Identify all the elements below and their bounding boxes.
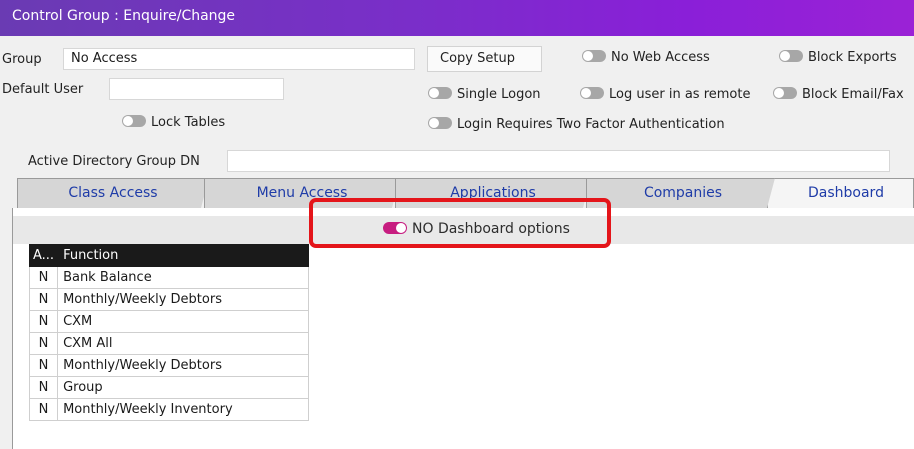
log-user-remote-switch[interactable] [580,87,604,99]
column-header-access[interactable]: A... [28,244,59,267]
access-cell[interactable]: N [28,398,59,421]
function-cell[interactable]: Monthly/Weekly Debtors [57,288,309,311]
block-exports-label: Block Exports [808,50,897,65]
access-cell[interactable]: N [28,332,59,355]
access-cell[interactable]: N [28,376,59,399]
window-titlebar: Control Group : Enquire/Change [0,0,914,36]
tab-companies[interactable]: Companies [586,178,780,208]
ad-group-field[interactable] [227,150,890,172]
block-email-fax-label: Block Email/Fax [802,87,904,102]
access-cell[interactable]: N [28,288,59,311]
group-field[interactable]: No Access [63,48,415,70]
tab-dashboard-label: Dashboard [808,185,884,201]
block-email-fax-switch[interactable] [773,87,797,99]
tab-companies-label: Companies [643,185,723,201]
no-web-access-toggle[interactable]: No Web Access [582,50,710,65]
no-web-access-switch[interactable] [582,50,606,62]
table-row[interactable]: N Monthly/Weekly Inventory [28,398,309,421]
group-label: Group [2,52,42,67]
table-row[interactable]: N Monthly/Weekly Debtors [28,354,309,377]
table-row[interactable]: N CXM [28,310,309,333]
no-web-access-label: No Web Access [611,50,710,65]
ad-group-label: Active Directory Group DN [28,154,200,169]
tab-dashboard[interactable]: Dashboard [767,178,914,208]
table-row[interactable]: N Bank Balance [28,266,309,289]
access-cell[interactable]: N [28,354,59,377]
group-field-value: No Access [71,51,138,66]
single-logon-label: Single Logon [457,87,541,102]
block-exports-switch[interactable] [779,50,803,62]
function-cell[interactable]: Bank Balance [57,266,309,289]
copy-setup-button[interactable]: Copy Setup [427,46,542,72]
window-title: Control Group : Enquire/Change [12,8,236,24]
lock-tables-toggle[interactable]: Lock Tables [122,115,225,130]
two-factor-switch[interactable] [428,117,452,129]
tab-class-access-label: Class Access [68,185,158,201]
table-row[interactable]: N CXM All [28,332,309,355]
function-cell[interactable]: Monthly/Weekly Inventory [57,398,309,421]
default-user-field[interactable] [109,78,284,100]
lock-tables-label: Lock Tables [151,115,226,130]
single-logon-switch[interactable] [428,87,452,99]
log-user-remote-toggle[interactable]: Log user in as remote [580,87,750,102]
function-cell[interactable]: Monthly/Weekly Debtors [57,354,309,377]
single-logon-toggle[interactable]: Single Logon [428,87,541,102]
table-row[interactable]: N Group [28,376,309,399]
two-factor-toggle[interactable]: Login Requires Two Factor Authentication [428,117,725,132]
function-cell[interactable]: Group [57,376,309,399]
column-header-function[interactable]: Function [57,244,309,267]
table-header-row: A... Function [28,244,309,267]
block-email-fax-toggle[interactable]: Block Email/Fax [773,87,904,102]
lock-tables-switch[interactable] [122,115,146,127]
function-table: A... Function N Bank Balance N Monthly/W… [28,244,309,421]
two-factor-label: Login Requires Two Factor Authentication [457,117,725,132]
table-row[interactable]: N Monthly/Weekly Debtors [28,288,309,311]
function-cell[interactable]: CXM [57,310,309,333]
block-exports-toggle[interactable]: Block Exports [779,50,897,65]
access-cell[interactable]: N [28,310,59,333]
tab-class-access[interactable]: Class Access [17,178,209,208]
copy-setup-label: Copy Setup [440,51,515,66]
default-user-label: Default User [2,82,84,97]
highlight-box [309,198,611,248]
log-user-remote-label: Log user in as remote [609,87,751,102]
access-cell[interactable]: N [28,266,59,289]
function-cell[interactable]: CXM All [57,332,309,355]
